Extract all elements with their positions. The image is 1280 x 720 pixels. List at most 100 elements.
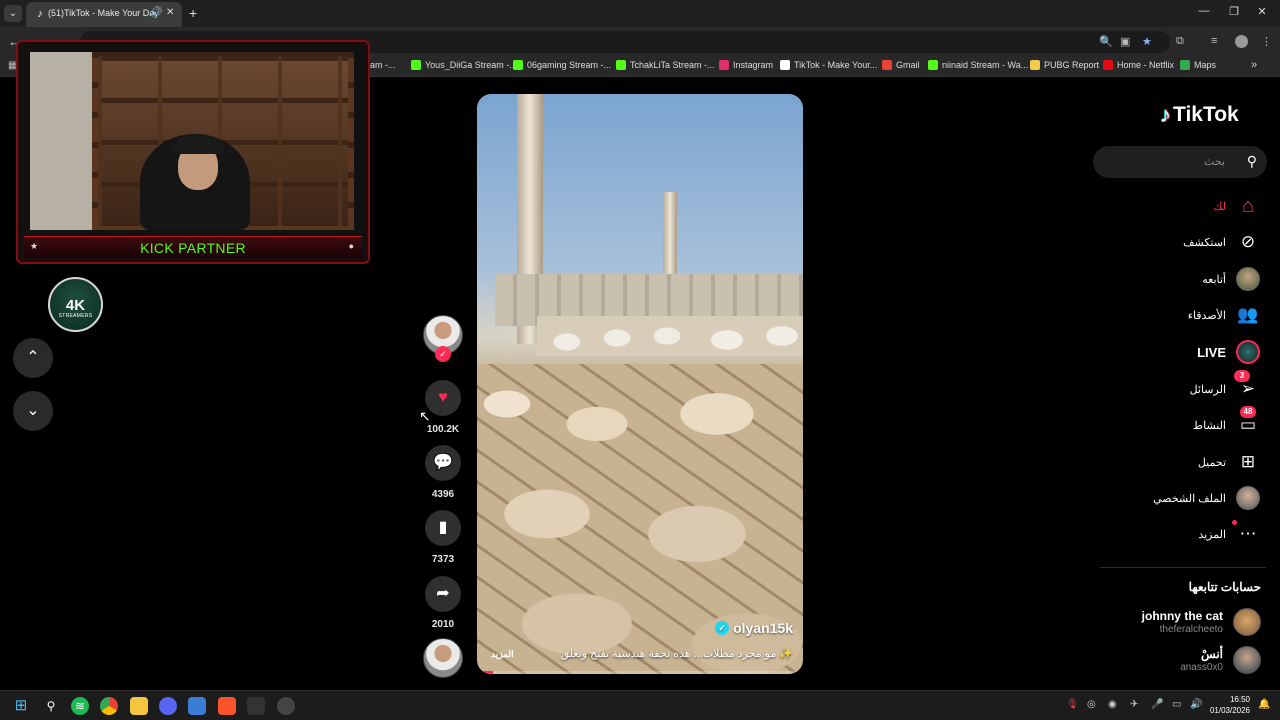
- chevron-down-icon: ⌄: [26, 402, 40, 419]
- close-window-icon[interactable]: ✕: [1252, 5, 1272, 18]
- caption-more-link[interactable]: المزيد: [491, 649, 514, 660]
- tab-close-icon[interactable]: ✕: [166, 7, 174, 18]
- account-name: أنسْ: [1201, 647, 1223, 661]
- menu-kebab-icon[interactable]: ⋮: [1261, 35, 1272, 48]
- video-progress-bar[interactable]: [477, 671, 803, 674]
- sidebar-item-activity[interactable]: النشاط ▭ 48: [1110, 406, 1260, 439]
- sidebar-divider: [1100, 567, 1266, 568]
- brave-icon[interactable]: [218, 697, 236, 715]
- sidebar-item-label: أتابعه: [1202, 273, 1226, 286]
- file-explorer-icon[interactable]: [130, 697, 148, 715]
- obs-icon[interactable]: [277, 697, 295, 715]
- profile-avatar[interactable]: [1235, 35, 1248, 48]
- sidebar-item-label: LIVE: [1197, 344, 1226, 360]
- minimize-icon[interactable]: —: [1194, 5, 1214, 17]
- account-name: johnny the cat: [1141, 609, 1223, 623]
- sidebar-item-following[interactable]: أتابعه: [1110, 265, 1260, 293]
- save-button[interactable]: ▮: [425, 510, 461, 546]
- tiktok-brand: TikTok: [1173, 103, 1239, 126]
- netflix-icon: [1103, 60, 1113, 70]
- restore-icon[interactable]: ❐: [1224, 5, 1244, 18]
- mic-muted-icon[interactable]: 🎙: [1066, 699, 1079, 710]
- windows-start-icon[interactable]: ⊞: [12, 697, 30, 715]
- upload-icon: ⊞: [1240, 452, 1256, 471]
- tray-app-icon[interactable]: ✈: [1130, 699, 1138, 710]
- notifications-icon[interactable]: 🔔: [1258, 699, 1270, 710]
- search-icon[interactable]: ⚲: [42, 697, 60, 715]
- tiktok-icon: [780, 60, 790, 70]
- clock[interactable]: 16:50 01/03/2026: [1210, 694, 1250, 716]
- spotify-icon[interactable]: ≋: [71, 697, 89, 715]
- sidebar-item-label: الملف الشخصي: [1153, 492, 1226, 505]
- video-caption: ✨ مو مجرد مظلات... هذه تحفة هندسية تفتح …: [560, 648, 793, 660]
- chevron-up-icon: ⌃: [26, 349, 40, 366]
- bookmark-item[interactable]: niinaid Stream - Wa...: [928, 60, 1028, 70]
- profile-avatar: [1236, 486, 1260, 510]
- steam-icon[interactable]: ◉: [1108, 699, 1117, 710]
- sidebar-item-explore[interactable]: استكشف ⊘: [1110, 228, 1260, 256]
- tray-app-icon[interactable]: ◎: [1087, 699, 1096, 710]
- gmail-icon: [882, 60, 892, 70]
- following-account[interactable]: johnny the cat theferalcheeto: [1081, 608, 1261, 640]
- next-video-button[interactable]: ⌄: [13, 391, 53, 431]
- bookmarks-overflow-icon[interactable]: »: [1251, 59, 1257, 71]
- app-icon[interactable]: [247, 697, 265, 715]
- bookmark-label: 06gaming Stream -...: [527, 60, 612, 70]
- speaker-icon[interactable]: 🔊: [150, 7, 162, 18]
- sound-avatar[interactable]: [423, 638, 463, 678]
- new-tab-button[interactable]: +: [189, 5, 197, 21]
- sidebar-item-friends[interactable]: الأصدقاء 👥: [1110, 301, 1260, 329]
- video-author[interactable]: ✓ olyan15k: [715, 620, 793, 636]
- comment-count: 4396: [431, 489, 455, 500]
- sidebar-item-messages[interactable]: الرسائل ➢ 3: [1110, 370, 1260, 403]
- follow-check-icon[interactable]: ✓: [435, 346, 451, 362]
- more-icon: ⋯: [1232, 520, 1260, 546]
- kick-icon: [616, 60, 626, 70]
- sidebar-item-for-you[interactable]: لك ⌂: [1110, 192, 1260, 220]
- bookmark-item[interactable]: Gmail: [882, 60, 920, 70]
- zoom-icon[interactable]: 🔍: [1099, 35, 1113, 48]
- previous-video-button[interactable]: ⌃: [13, 338, 53, 378]
- share-button[interactable]: ➦: [425, 576, 461, 612]
- bookmark-item[interactable]: PUBG Report: [1030, 60, 1099, 70]
- search-icon[interactable]: ⚲: [1247, 153, 1257, 170]
- video-player[interactable]: ✓ olyan15k ✨ مو مجرد مظلات... هذه تحفة ه…: [477, 94, 803, 674]
- tab-search-button[interactable]: ⌄: [4, 5, 22, 22]
- sidebar-item-label: الرسائل: [1189, 383, 1226, 396]
- webcam-feed: [30, 52, 354, 230]
- verified-badge-icon: ✓: [715, 621, 730, 635]
- photos-icon[interactable]: [188, 697, 206, 715]
- following-account[interactable]: أنسْ anass0x0: [1081, 646, 1261, 678]
- bookmark-item[interactable]: TchakLiTa Stream -...: [616, 60, 715, 70]
- chrome-icon[interactable]: [100, 697, 118, 715]
- sidebar-item-upload[interactable]: تحميل ⊞: [1110, 448, 1260, 476]
- sidebar-item-live[interactable]: LIVE: [1110, 338, 1260, 366]
- activity-badge: 48: [1240, 406, 1256, 418]
- browser-tab[interactable]: ♪ (51)TikTok - Make Your Day 🔊 ✕: [26, 2, 182, 27]
- comment-button[interactable]: 💬: [425, 445, 461, 481]
- kick-icon: [513, 60, 523, 70]
- bookmark-item[interactable]: TikTok - Make Your...: [780, 60, 877, 70]
- extensions-icon[interactable]: ⧉: [1176, 35, 1184, 48]
- bookmark-item[interactable]: Home - Netflix: [1103, 60, 1174, 70]
- bookmark-item[interactable]: Maps: [1180, 60, 1216, 70]
- bookmark-label: niinaid Stream - Wa...: [942, 60, 1029, 70]
- discord-icon[interactable]: [159, 697, 177, 715]
- streamer-cap: [172, 136, 224, 154]
- media-queue-icon[interactable]: ≡: [1211, 35, 1217, 47]
- volume-icon[interactable]: 🔊: [1190, 699, 1202, 710]
- bookmark-item[interactable]: 06gaming Stream -...: [513, 60, 611, 70]
- network-icon[interactable]: ▭: [1172, 699, 1181, 710]
- bookmark-label: TchakLiTa Stream -...: [630, 60, 715, 70]
- search-input[interactable]: بحث ⚲: [1093, 146, 1267, 178]
- microphone-icon[interactable]: 🎤: [1151, 699, 1163, 710]
- sidebar-item-label: المزيد: [1198, 528, 1226, 541]
- bookmark-item[interactable]: Yous_DiiGa Stream -...: [411, 60, 517, 70]
- cast-icon[interactable]: ▣: [1120, 35, 1130, 48]
- sidebar-item-profile[interactable]: الملف الشخصي: [1110, 484, 1260, 512]
- bookmark-star-icon[interactable]: ★: [1142, 35, 1152, 48]
- bookmark-label: Instagram: [733, 60, 774, 70]
- bookmark-item[interactable]: Instagram: [719, 60, 773, 70]
- sidebar-item-more[interactable]: المزيد ⋯: [1110, 520, 1260, 548]
- tiktok-logo[interactable]: ♪ TikTok: [1160, 102, 1239, 128]
